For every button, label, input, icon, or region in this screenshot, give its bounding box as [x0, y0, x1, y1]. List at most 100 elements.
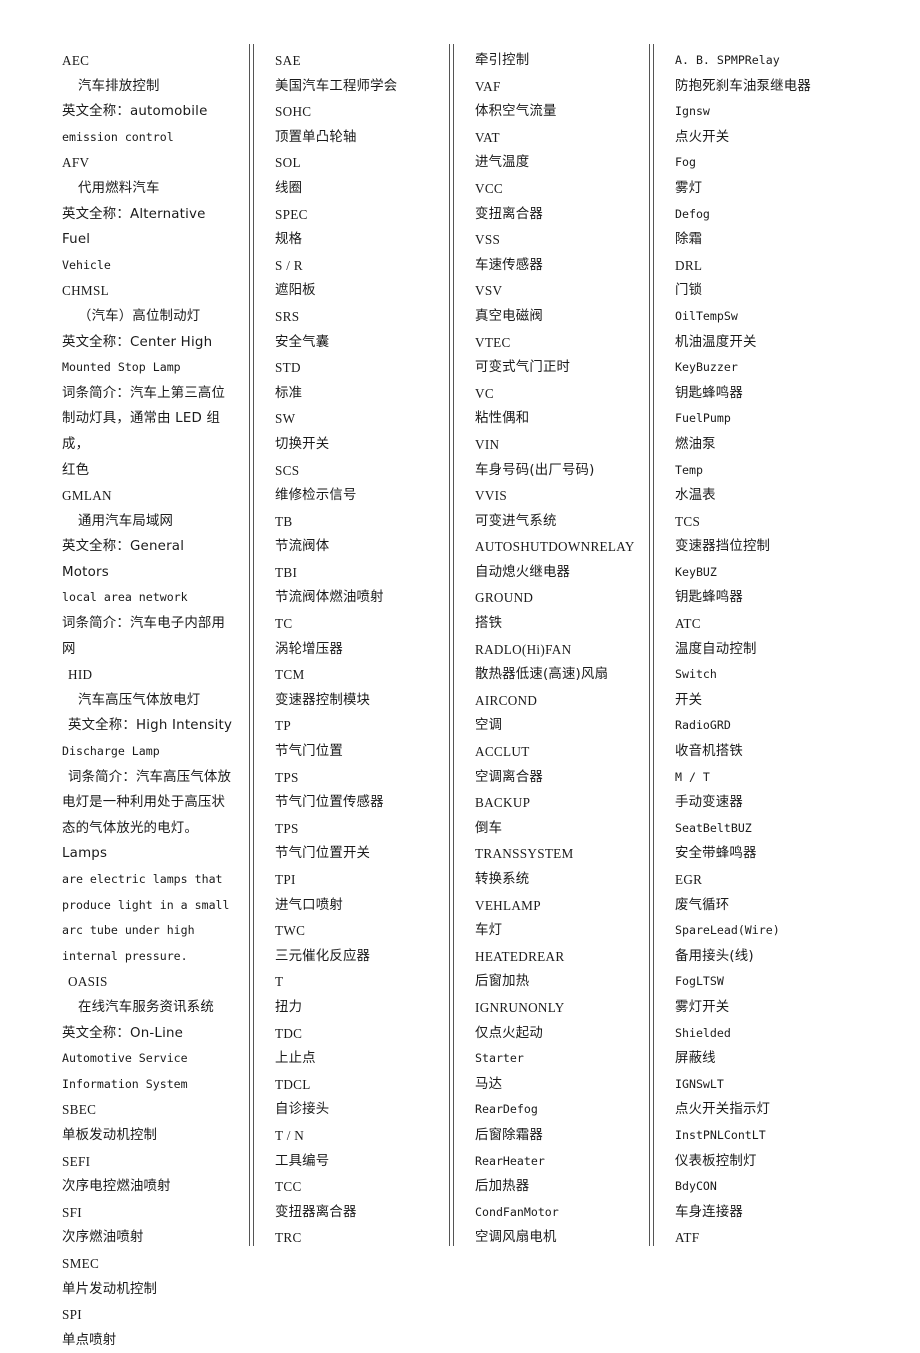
glossary-line: 可变进气系统 — [475, 513, 557, 529]
glossary-line: 变扭离合器 — [475, 206, 543, 222]
glossary-line: AUTOSHUTDOWNRELAY — [475, 539, 635, 555]
glossary-line: 后窗除霜器 — [475, 1127, 543, 1143]
glossary-line: BACKUP — [475, 795, 531, 811]
glossary-line: TWC — [275, 923, 306, 939]
glossary-line: 次序燃油喷射 — [62, 1230, 144, 1246]
glossary-line: 英文全称：automobile — [62, 104, 208, 120]
glossary-line: Automotive Service — [62, 1051, 188, 1066]
glossary-line: 车灯 — [475, 923, 503, 939]
glossary-line: Shielded — [675, 1025, 731, 1040]
glossary-line: 英文全称：Center High — [62, 334, 213, 350]
glossary-line: 遮阳板 — [275, 283, 316, 299]
glossary-line: SW — [275, 411, 296, 427]
glossary-line: 门锁 — [675, 283, 703, 299]
glossary-line: 车身号码(出厂号码) — [475, 462, 595, 478]
glossary-line: VCC — [475, 180, 504, 196]
glossary-line: 顶置单凸轮轴 — [275, 129, 357, 145]
glossary-line: GMLAN — [62, 488, 112, 504]
glossary-line: TCS — [675, 513, 701, 529]
glossary-line: 工具编号 — [275, 1153, 330, 1169]
glossary-line: Information System — [62, 1076, 188, 1091]
glossary-line: 线圈 — [275, 180, 303, 196]
glossary-line: 涡轮增压器 — [275, 641, 343, 657]
glossary-line: 雾灯开关 — [675, 999, 730, 1015]
glossary-line: 词条简介：汽车上第三高位 — [62, 385, 226, 401]
glossary-line: 规格 — [275, 232, 303, 248]
glossary-line: 车速传感器 — [475, 257, 543, 273]
glossary-line: 维修检示信号 — [275, 488, 357, 504]
glossary-line: 单板发动机控制 — [62, 1127, 158, 1143]
glossary-line: 节流阀体燃油喷射 — [275, 590, 384, 606]
glossary-line: VAF — [475, 78, 501, 94]
glossary-line: 扭力 — [275, 999, 303, 1015]
glossary-line: 可变式气门正时 — [475, 360, 571, 376]
glossary-line: 节气门位置开关 — [275, 846, 371, 862]
glossary-line: （汽车）高位制动灯 — [78, 308, 201, 324]
glossary-line: VTEC — [475, 334, 511, 350]
glossary-line: 代用燃料汽车 — [78, 180, 160, 196]
glossary-line: Mounted Stop Lamp — [62, 360, 181, 375]
glossary-line: ATC — [675, 616, 701, 632]
glossary-line: 手动变速器 — [675, 795, 743, 811]
glossary-line: 点火开关 — [675, 129, 730, 145]
glossary-line: Starter — [475, 1051, 524, 1066]
glossary-line: arc tube under high — [62, 923, 195, 938]
glossary-line: 自动熄火继电器 — [475, 564, 571, 580]
glossary-line: AIRCOND — [475, 692, 538, 708]
glossary-line: ACCLUT — [475, 744, 530, 760]
glossary-line: SPEC — [275, 206, 308, 222]
glossary-line: 体积空气流量 — [475, 104, 557, 120]
glossary-line: T — [275, 974, 284, 990]
glossary-line: OilTempSw — [675, 308, 738, 323]
glossary-line: 英文全称：On-Line — [62, 1025, 184, 1041]
glossary-line: 水温表 — [675, 488, 716, 504]
glossary-line: TRANSSYSTEM — [475, 846, 574, 862]
glossary-line: HEATEDREAR — [475, 948, 565, 964]
glossary-line: 仅点火起动 — [475, 1025, 543, 1041]
glossary-line: IGNSwLT — [675, 1076, 724, 1091]
glossary-line: 红色 — [62, 462, 90, 478]
glossary-line: T / N — [275, 1127, 305, 1143]
glossary-line: Ignsw — [675, 104, 710, 119]
glossary-line: local area network — [62, 590, 188, 605]
glossary-line: 节流阀体 — [275, 539, 330, 555]
glossary-line: 马达 — [475, 1076, 503, 1092]
glossary-line: 除霜 — [675, 232, 703, 248]
glossary-line: TC — [275, 616, 293, 632]
glossary-line: VSS — [475, 232, 501, 248]
glossary-line: 单点喷射 — [62, 1332, 117, 1348]
glossary-line: 废气循环 — [675, 897, 730, 913]
glossary-line: OASIS — [68, 974, 108, 990]
glossary-line: IGNRUNONLY — [475, 999, 565, 1015]
glossary-line: SEFI — [62, 1153, 91, 1169]
glossary-line: 英文全称：Alternative Fuel — [62, 206, 211, 248]
glossary-line: SBEC — [62, 1102, 97, 1118]
glossary-line: SeatBeltBUZ — [675, 820, 752, 835]
glossary-line: 切换开关 — [275, 436, 330, 452]
glossary-line: 空调离合器 — [475, 769, 543, 785]
glossary-line: 雾灯 — [675, 180, 703, 196]
glossary-line: 倒车 — [475, 820, 503, 836]
glossary-line: Defog — [675, 206, 710, 221]
glossary-column-4: A. B. SPMPRelay 防抱死刹车油泵继电器 Ignsw 点火开关 Fog 雾灯 D… — [645, 44, 860, 1251]
glossary-line: TP — [275, 718, 291, 734]
glossary-line: TPS — [275, 820, 299, 836]
glossary-line: ATF — [675, 1230, 700, 1246]
glossary-line: 备用接头(线) — [675, 948, 754, 964]
glossary-line: GROUND — [475, 590, 534, 606]
glossary-line: KeyBUZ — [675, 564, 717, 579]
glossary-column-2: SAE 美国汽车工程师学会 SOHC 顶置单凸轮轴 SOL 线圈 SPEC 规格 S / R 遮阳… — [245, 44, 445, 1251]
glossary-line: SOHC — [275, 104, 312, 120]
glossary-line: VEHLAMP — [475, 897, 541, 913]
glossary-line: AEC — [62, 53, 90, 68]
glossary-line: 空调风扇电机 — [475, 1230, 557, 1246]
glossary-line: RearHeater — [475, 1153, 545, 1168]
glossary-line: Temp — [675, 462, 703, 477]
glossary-line: 上止点 — [275, 1051, 316, 1067]
glossary-line: 搭铁 — [475, 616, 503, 632]
glossary-line: 自诊接头 — [275, 1102, 330, 1118]
glossary-line: DRL — [675, 257, 703, 273]
glossary-line: TCM — [275, 667, 305, 683]
glossary-line: 通用汽车局域网 — [78, 513, 174, 529]
glossary-line: SCS — [275, 462, 300, 478]
